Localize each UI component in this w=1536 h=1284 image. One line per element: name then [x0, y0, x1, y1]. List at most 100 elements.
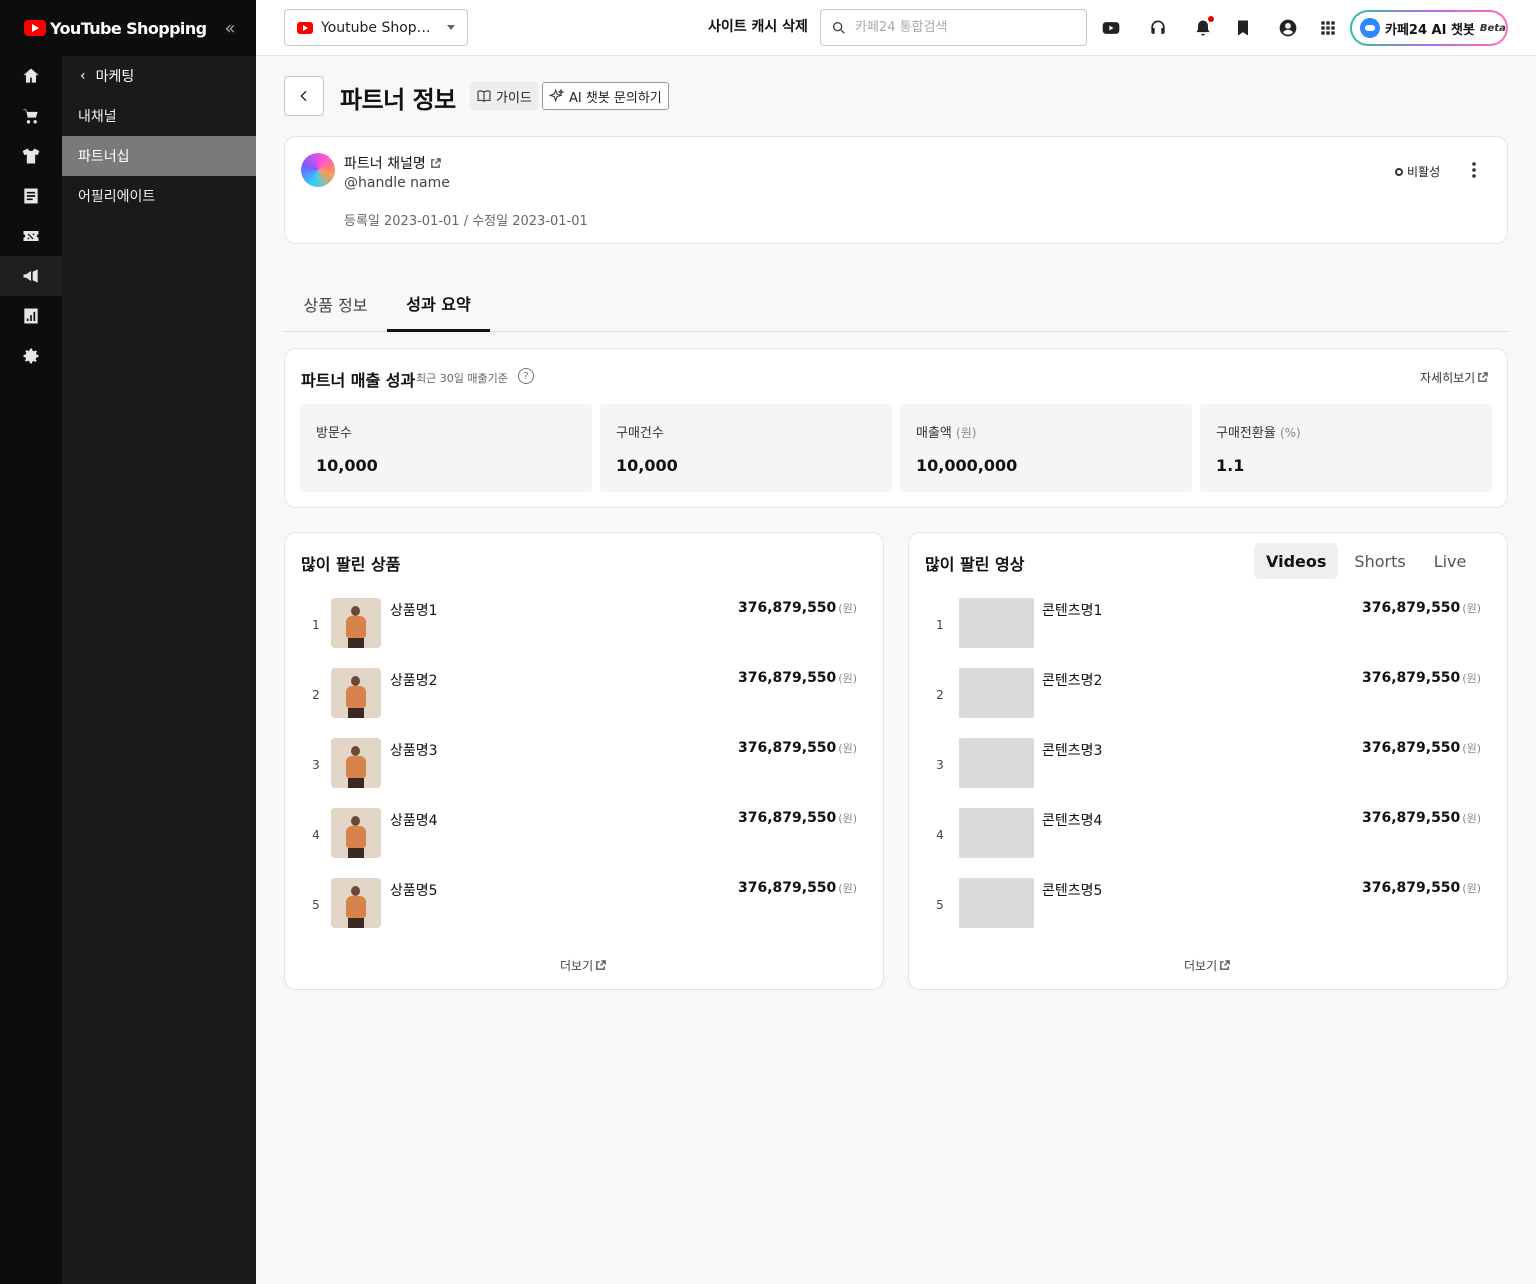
chatbot-icon	[1360, 18, 1380, 38]
products-more-link[interactable]: 더보기	[560, 957, 606, 974]
sub-navigation: ‹ 마케팅 내채널 파트너십 어필리에이트	[62, 56, 256, 1284]
rank: 2	[312, 688, 320, 702]
currency-unit: (원)	[1462, 882, 1481, 895]
product-name: 상품명5	[390, 883, 438, 899]
rail-settings[interactable]	[0, 336, 62, 376]
top-products-card: 많이 팔린 상품 1 상품명1 376,879,550 (원) 2 상품명2 37…	[284, 532, 884, 990]
subnav-back-marketing[interactable]: ‹ 마케팅	[62, 56, 256, 96]
amount-value: 376,879,550	[737, 810, 837, 826]
shop-select-value: Youtube Shopping	[321, 19, 439, 36]
list-item[interactable]: 4 콘텐츠명4 376,879,550 (원)	[909, 808, 1509, 878]
subnav-item-my-channel[interactable]: 내채널	[62, 96, 256, 136]
tab-live[interactable]: Live	[1422, 543, 1479, 579]
subnav-item-partnership[interactable]: 파트너십	[62, 136, 256, 176]
content-name: 콘텐츠명2	[1042, 673, 1103, 689]
amount-value: 376,879,550	[737, 600, 837, 616]
partner-name-link[interactable]: 파트너 채널명	[344, 153, 441, 173]
collapse-sidebar-button[interactable]: «	[218, 16, 242, 40]
rail-statistics[interactable]	[0, 296, 62, 336]
clear-cache-button[interactable]: 사이트 캐시 삭제	[708, 16, 808, 36]
rail-products[interactable]	[0, 136, 62, 176]
status-badge: 비활성	[1395, 163, 1440, 180]
product-thumbnail	[331, 598, 381, 648]
stat-visits: 방문수 10,000	[300, 404, 592, 492]
view-details-label: 자세히보기	[1420, 371, 1476, 385]
videos-more-link[interactable]: 더보기	[1184, 957, 1230, 974]
list-item[interactable]: 3 콘텐츠명3 376,879,550 (원)	[909, 738, 1509, 808]
ai-chatbot-button[interactable]: 카페24 AI 챗봇 Beta	[1350, 10, 1508, 46]
rail-home[interactable]	[0, 56, 62, 96]
view-details-link[interactable]: 자세히보기	[1420, 369, 1488, 386]
product-name: 상품명3	[390, 743, 438, 759]
more-vertical-icon	[1472, 162, 1476, 178]
subnav-item-label: 파트너십	[78, 149, 130, 165]
search-icon	[833, 21, 845, 34]
rail-boards[interactable]	[0, 176, 62, 216]
guide-button[interactable]: 가이드	[470, 82, 538, 110]
tab-product-info[interactable]: 상품 정보	[284, 276, 387, 332]
content-name: 콘텐츠명1	[1042, 603, 1103, 619]
sales-amount: 376,879,550 (원)	[1362, 810, 1481, 826]
caret-down-icon	[447, 25, 455, 30]
list-item[interactable]: 2 상품명2 376,879,550 (원)	[285, 668, 885, 738]
external-link-icon	[596, 960, 606, 970]
rank: 5	[312, 898, 320, 912]
subnav-item-affiliate[interactable]: 어필리에이트	[62, 176, 256, 216]
shop-select[interactable]: Youtube Shopping	[284, 9, 468, 46]
video-thumbnail	[959, 738, 1034, 788]
rail-promotion[interactable]	[0, 216, 62, 256]
support-button[interactable]	[1146, 16, 1170, 40]
sales-amount: 376,879,550 (원)	[738, 600, 857, 616]
currency-unit: (원)	[838, 602, 857, 615]
list-item[interactable]: 5 콘텐츠명5 376,879,550 (원)	[909, 878, 1509, 948]
currency-unit: (원)	[1462, 812, 1481, 825]
tab-shorts[interactable]: Shorts	[1342, 543, 1417, 579]
sparkle-icon	[549, 88, 565, 103]
top-bar: Youtube Shopping 사이트 캐시 삭제 카페24 AI 챗봇 Be…	[256, 0, 1536, 56]
rank: 2	[936, 688, 944, 702]
rank: 3	[312, 758, 320, 772]
notification-button[interactable]	[1191, 16, 1215, 40]
back-button[interactable]	[284, 76, 324, 116]
rail-marketing[interactable]	[0, 256, 62, 296]
stat-purchases: 구매건수 10,000	[600, 404, 892, 492]
product-thumbnail	[331, 878, 381, 928]
amount-value: 376,879,550	[1361, 740, 1461, 756]
brand-name: YouTube Shopping	[50, 18, 207, 38]
content-name: 콘텐츠명4	[1042, 813, 1103, 829]
stat-label: 구매전환율 (%)	[1216, 422, 1301, 441]
amount-value: 376,879,550	[1361, 600, 1461, 616]
currency-unit: (원)	[1462, 602, 1481, 615]
tab-performance-summary[interactable]: 성과 요약	[387, 276, 490, 332]
megaphone-icon	[23, 269, 38, 283]
tab-videos[interactable]: Videos	[1254, 543, 1339, 579]
rail-orders[interactable]	[0, 96, 62, 136]
help-icon[interactable]: ?	[518, 368, 534, 384]
amount-value: 376,879,550	[1361, 810, 1461, 826]
list-item[interactable]: 2 콘텐츠명2 376,879,550 (원)	[909, 668, 1509, 738]
sales-amount: 376,879,550 (원)	[738, 670, 857, 686]
list-item[interactable]: 1 상품명1 376,879,550 (원)	[285, 598, 885, 668]
book-icon	[477, 90, 491, 102]
account-button[interactable]	[1276, 16, 1300, 40]
bookmark-button[interactable]	[1231, 16, 1255, 40]
stat-label: 매출액 (원)	[916, 422, 976, 441]
page-header: 파트너 정보 가이드 AI 챗봇 문의하기	[284, 76, 1508, 116]
search-input[interactable]	[855, 20, 1075, 35]
list-item[interactable]: 3 상품명3 376,879,550 (원)	[285, 738, 885, 808]
double-chevron-left-icon: «	[224, 17, 236, 39]
global-search	[820, 9, 1087, 46]
list-item[interactable]: 4 상품명4 376,879,550 (원)	[285, 808, 885, 878]
youtube-button[interactable]	[1099, 16, 1123, 40]
brand-logo[interactable]: YouTube Shopping	[24, 18, 207, 38]
list-item[interactable]: 5 상품명5 376,879,550 (원)	[285, 878, 885, 948]
rank: 4	[312, 828, 320, 842]
currency-unit: (원)	[1462, 742, 1481, 755]
more-options-button[interactable]	[1465, 159, 1483, 181]
sales-amount: 376,879,550 (원)	[1362, 600, 1481, 616]
top-videos-title: 많이 팔린 영상	[925, 555, 1025, 574]
ai-chat-inquiry-button[interactable]: AI 챗봇 문의하기	[542, 82, 669, 110]
apps-button[interactable]	[1316, 16, 1340, 40]
currency-unit: (원)	[838, 812, 857, 825]
list-item[interactable]: 1 콘텐츠명1 376,879,550 (원)	[909, 598, 1509, 668]
